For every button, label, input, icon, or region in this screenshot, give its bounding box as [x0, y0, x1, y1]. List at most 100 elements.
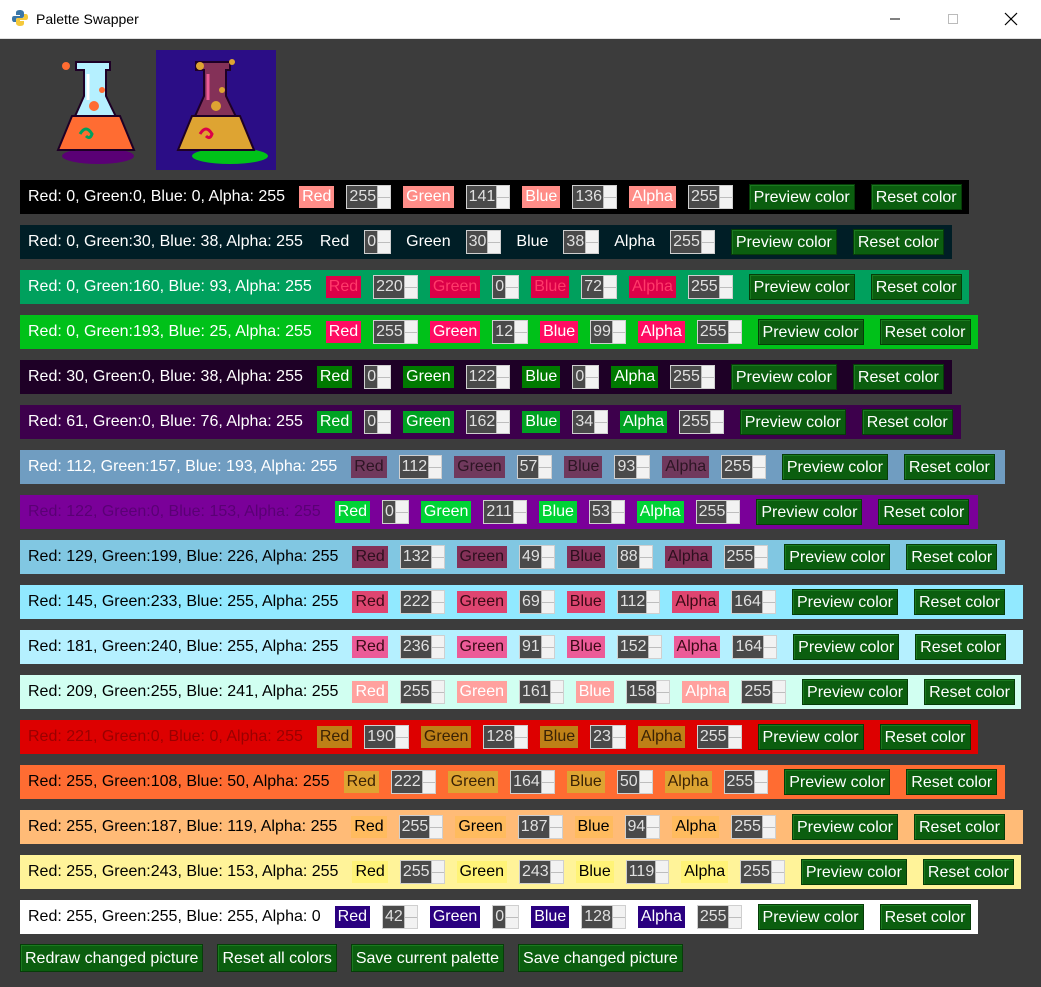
red-spinbox[interactable]: 0	[364, 365, 392, 389]
alpha-value[interactable]: 255	[732, 816, 762, 838]
blue-spinbox[interactable]: 158	[625, 680, 671, 704]
spin-down-arrow[interactable]	[613, 918, 625, 929]
red-value[interactable]: 112	[400, 456, 429, 478]
blue-value[interactable]: 38	[564, 231, 585, 253]
spin-down-arrow[interactable]	[542, 558, 554, 569]
blue-value[interactable]: 128	[582, 906, 612, 928]
green-value[interactable]: 141	[467, 186, 497, 208]
spin-down-arrow[interactable]	[432, 693, 444, 704]
alpha-spinbox[interactable]: 255	[731, 815, 776, 839]
spin-up-arrow[interactable]	[639, 546, 652, 558]
spin-down-arrow[interactable]	[515, 333, 527, 344]
preview-color-button[interactable]: Preview color	[757, 724, 864, 750]
spin-arrows[interactable]	[421, 771, 435, 793]
spin-arrows[interactable]	[394, 726, 408, 748]
alpha-value[interactable]: 255	[742, 681, 772, 703]
green-spinbox[interactable]: 12	[492, 320, 529, 344]
green-spinbox[interactable]: 0	[492, 905, 520, 929]
spin-arrows[interactable]	[647, 636, 661, 658]
spin-up-arrow[interactable]	[612, 906, 625, 918]
spin-down-arrow[interactable]	[763, 828, 775, 839]
spin-arrows[interactable]	[514, 726, 528, 749]
spin-arrows[interactable]	[548, 816, 562, 838]
preview-color-button[interactable]: Preview color	[757, 319, 864, 345]
alpha-value[interactable]: 255	[671, 366, 701, 388]
spin-down-arrow[interactable]	[551, 693, 563, 704]
spin-arrows[interactable]	[727, 726, 741, 748]
blue-spinbox[interactable]: 88	[616, 545, 653, 569]
green-value[interactable]: 12	[493, 321, 514, 343]
red-value[interactable]: 236	[401, 636, 431, 658]
spin-up-arrow[interactable]	[701, 366, 714, 378]
spin-down-arrow[interactable]	[729, 333, 741, 344]
blue-spinbox[interactable]: 136	[572, 185, 618, 209]
spin-down-arrow[interactable]	[595, 423, 607, 434]
spin-down-arrow[interactable]	[432, 648, 444, 659]
spin-up-arrow[interactable]	[637, 456, 650, 468]
spin-down-arrow[interactable]	[586, 243, 598, 254]
spin-arrows[interactable]	[761, 591, 775, 613]
spin-down-arrow[interactable]	[637, 468, 649, 479]
reset-color-button[interactable]: Reset color	[913, 814, 1005, 840]
green-spinbox[interactable]: 49	[518, 545, 555, 569]
blue-spinbox[interactable]: 23	[590, 725, 626, 749]
alpha-value[interactable]: 255	[671, 231, 701, 253]
spin-up-arrow[interactable]	[404, 321, 417, 333]
spin-down-arrow[interactable]	[497, 423, 509, 434]
reset-color-button[interactable]: Reset color	[852, 364, 944, 390]
spin-arrows[interactable]	[403, 906, 417, 928]
spin-arrows[interactable]	[430, 861, 444, 884]
spin-arrows[interactable]	[512, 501, 526, 523]
save-current-palette-button[interactable]: Save current palette	[350, 944, 505, 972]
green-spinbox[interactable]: 30	[465, 230, 502, 254]
red-value[interactable]: 222	[392, 771, 422, 793]
alpha-value[interactable]: 255	[698, 906, 728, 928]
green-spinbox[interactable]: 0	[492, 275, 520, 299]
spin-down-arrow[interactable]	[432, 873, 444, 884]
spin-arrows[interactable]	[727, 906, 741, 928]
red-spinbox[interactable]: 0	[364, 230, 392, 254]
green-spinbox[interactable]: 164	[510, 770, 555, 794]
spin-arrows[interactable]	[718, 186, 732, 208]
spin-up-arrow[interactable]	[728, 906, 741, 918]
spin-arrows[interactable]	[430, 681, 444, 704]
alpha-spinbox[interactable]: 255	[695, 500, 741, 524]
red-spinbox[interactable]: 0	[382, 500, 409, 524]
alpha-spinbox[interactable]: 255	[723, 770, 769, 794]
red-value[interactable]: 42	[383, 906, 404, 928]
green-value[interactable]: 49	[520, 546, 541, 568]
spin-down-arrow[interactable]	[542, 783, 554, 794]
alpha-spinbox[interactable]: 255	[670, 230, 715, 254]
spin-arrows[interactable]	[754, 771, 768, 793]
red-value[interactable]: 255	[347, 186, 377, 208]
red-spinbox[interactable]: 222	[399, 590, 445, 614]
spin-up-arrow[interactable]	[701, 231, 714, 243]
spin-arrows[interactable]	[636, 456, 650, 479]
spin-down-arrow[interactable]	[497, 378, 509, 389]
spin-up-arrow[interactable]	[422, 771, 435, 783]
green-value[interactable]: 0	[493, 276, 505, 298]
green-value[interactable]: 122	[467, 366, 497, 388]
spin-down-arrow[interactable]	[515, 738, 527, 749]
spin-arrows[interactable]	[611, 321, 625, 343]
blue-value[interactable]: 88	[618, 546, 639, 568]
reset-all-colors-button[interactable]: Reset all colors	[217, 944, 337, 972]
spin-down-arrow[interactable]	[613, 738, 625, 749]
red-spinbox[interactable]: 255	[346, 185, 392, 209]
spin-up-arrow[interactable]	[404, 906, 417, 918]
spin-arrows[interactable]	[603, 276, 617, 298]
spin-arrows[interactable]	[718, 276, 732, 298]
blue-spinbox[interactable]: 93	[614, 455, 651, 479]
blue-value[interactable]: 50	[618, 771, 639, 793]
spin-arrows[interactable]	[646, 591, 660, 613]
spin-up-arrow[interactable]	[378, 186, 391, 198]
spin-down-arrow[interactable]	[702, 243, 714, 254]
spin-up-arrow[interactable]	[762, 591, 775, 603]
spin-arrows[interactable]	[656, 681, 670, 703]
spin-down-arrow[interactable]	[764, 648, 776, 659]
spin-down-arrow[interactable]	[488, 243, 500, 254]
spin-up-arrow[interactable]	[762, 816, 775, 828]
red-spinbox[interactable]: 132	[399, 545, 445, 569]
spin-up-arrow[interactable]	[404, 276, 417, 288]
spin-arrows[interactable]	[726, 501, 740, 523]
